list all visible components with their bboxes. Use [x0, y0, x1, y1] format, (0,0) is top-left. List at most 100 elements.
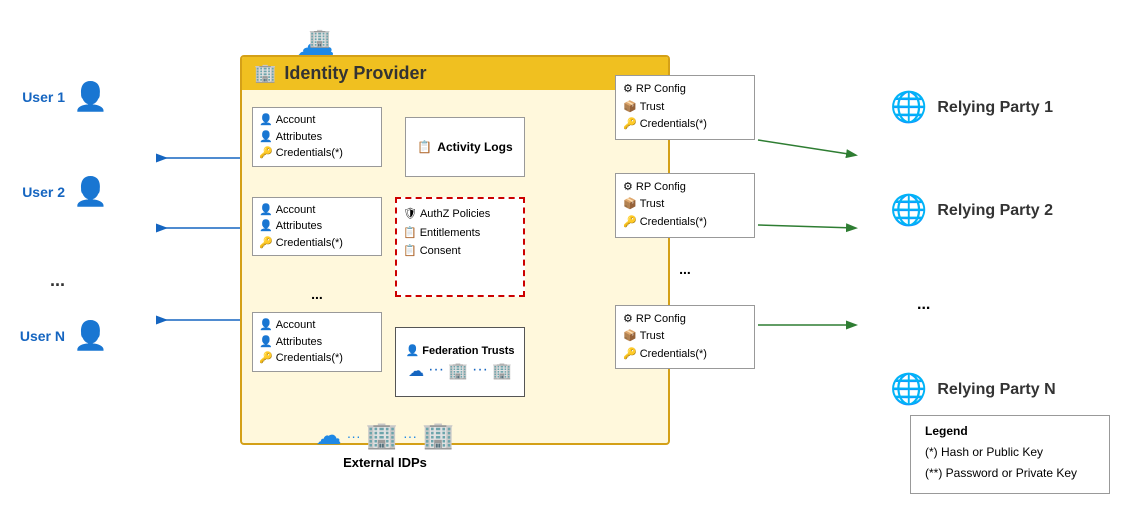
user-row-2: User 2 👤: [15, 175, 108, 208]
user-data-column: 👤Account 👤Attributes 🔑Credentials(*) 👤Ac…: [252, 107, 382, 402]
external-idps-section: ☁ ··· 🏢 ··· 🏢 External IDPs: [285, 420, 485, 470]
authz-icon: 🛡: [403, 205, 417, 224]
credentials-icon-2: 🔑: [259, 235, 273, 252]
authz-policies-box: 🛡AuthZ Policies 📋Entitlements 📋Consent: [395, 197, 525, 297]
rp-dots: ...: [917, 296, 930, 313]
ext-cloud-1: ☁: [316, 420, 342, 451]
rp-key-icon-2: 🔑: [623, 214, 637, 232]
user-2-label: User 2: [15, 184, 65, 200]
credentials-label-n: Credentials(*): [276, 350, 343, 367]
rp-config-block-1: ⚙RP Config 📦Trust 🔑Credentials(*): [615, 75, 755, 140]
user-block-1: 👤Account 👤Attributes 🔑Credentials(*): [252, 107, 382, 167]
user-1-icon: 👤: [73, 80, 108, 113]
federation-icon-person: 👤: [405, 345, 419, 357]
user-n-icon: 👤: [73, 319, 108, 352]
rp-gear-icon-n: ⚙: [623, 311, 633, 329]
account-label-1: Account: [276, 112, 316, 129]
rp-name-2: Relying Party 2: [937, 202, 1053, 220]
account-label-2: Account: [276, 202, 316, 219]
federation-icons-row: ☁ ··· 🏢 ··· 🏢: [408, 361, 512, 381]
rp-config-block-2: ⚙RP Config 📦Trust 🔑Credentials(*): [615, 173, 755, 238]
idp-header: 🏢 Identity Provider: [242, 57, 668, 90]
idp-building-icon: 🏢: [254, 63, 276, 84]
rp-config-label-n: RP Config: [636, 311, 686, 329]
rp-key-icon-n: 🔑: [623, 346, 637, 364]
rp-globe-n: 🌐: [890, 372, 927, 407]
user-row-dots: ...: [15, 270, 108, 291]
ext-dots-2: ···: [403, 428, 417, 444]
entitlements-label: Entitlements: [420, 224, 481, 243]
ext-cloud-3: 🏢: [422, 420, 454, 451]
rp-row-n: 🌐 Relying Party N: [890, 372, 1056, 407]
fed-dots: ···: [428, 361, 444, 381]
user-blocks-dots: ...: [252, 286, 382, 302]
attributes-icon-n: 👤: [259, 334, 273, 351]
activity-logs-icon: 📋: [417, 140, 432, 154]
legend-item-2: (**) Password or Private Key: [925, 463, 1095, 485]
account-icon-1: 👤: [259, 112, 273, 129]
rp-trust-label-2: Trust: [640, 196, 665, 214]
fed-cloud-icon-2: 🏢: [448, 361, 468, 381]
consent-label: Consent: [420, 242, 461, 261]
ext-cloud-2: 🏢: [366, 420, 398, 451]
attributes-icon-1: 👤: [259, 129, 273, 146]
consent-icon: 📋: [403, 242, 417, 261]
rp-config-column: ⚙RP Config 📦Trust 🔑Credentials(*) ⚙RP Co…: [615, 75, 755, 402]
legend-item-1: (*) Hash or Public Key: [925, 442, 1095, 464]
external-idp-icons: ☁ ··· 🏢 ··· 🏢: [285, 420, 485, 451]
activity-logs-box: 📋 Activity Logs: [405, 117, 525, 177]
rp-config-dots: ...: [615, 261, 755, 277]
fed-cloud-icon-3: 🏢: [492, 361, 512, 381]
rp-cred-label-2: Credentials(*): [640, 214, 707, 232]
rp-trust-label-1: Trust: [640, 99, 665, 117]
user-row-1: User 1 👤: [15, 80, 108, 113]
rp-row-1: 🌐 Relying Party 1: [890, 90, 1056, 125]
rp-pkg-icon-2: 📦: [623, 196, 637, 214]
rp-pkg-icon-n: 📦: [623, 328, 637, 346]
account-icon-2: 👤: [259, 202, 273, 219]
legend-title: Legend: [925, 424, 1095, 438]
rp-cred-label-n: Credentials(*): [640, 346, 707, 364]
federation-trusts-box: 👤 Federation Trusts ☁ ··· 🏢 ··· 🏢: [395, 327, 525, 397]
rp-globe-1: 🌐: [890, 90, 927, 125]
user-1-label: User 1: [15, 89, 65, 105]
user-2-icon: 👤: [73, 175, 108, 208]
account-icon-n: 👤: [259, 317, 273, 334]
attributes-label-1: Attributes: [276, 129, 322, 146]
rp-name-1: Relying Party 1: [937, 99, 1053, 117]
rp-trust-label-n: Trust: [640, 328, 665, 346]
rp-globe-2: 🌐: [890, 193, 927, 228]
account-label-n: Account: [276, 317, 316, 334]
rp-pkg-icon-1: 📦: [623, 99, 637, 117]
idp-box: 🏢 Identity Provider 👤Account 👤Attributes…: [240, 55, 670, 445]
user-block-2: 👤Account 👤Attributes 🔑Credentials(*): [252, 197, 382, 257]
rp-gear-icon-1: ⚙: [623, 81, 633, 99]
user-row-n: User N 👤: [15, 319, 108, 352]
credentials-icon-1: 🔑: [259, 145, 273, 162]
rp-gear-icon-2: ⚙: [623, 179, 633, 197]
user-block-n: 👤Account 👤Attributes 🔑Credentials(*): [252, 312, 382, 372]
rp-config-label-2: RP Config: [636, 179, 686, 197]
federation-label: 👤 Federation Trusts: [405, 344, 514, 357]
legend-box: Legend (*) Hash or Public Key (**) Passw…: [910, 415, 1110, 494]
rp-config-label-1: RP Config: [636, 81, 686, 99]
attributes-label-n: Attributes: [276, 334, 322, 351]
rp-name-n: Relying Party N: [937, 381, 1055, 399]
ext-dots: ···: [347, 428, 361, 444]
attributes-icon-2: 👤: [259, 218, 273, 235]
rp-config-block-n: ⚙RP Config 📦Trust 🔑Credentials(*): [615, 305, 755, 370]
fed-cloud-icon-1: ☁: [408, 361, 424, 381]
credentials-icon-n: 🔑: [259, 350, 273, 367]
external-idps-label: External IDPs: [285, 455, 485, 470]
user-n-label: User N: [15, 328, 65, 344]
activity-logs-label: Activity Logs: [437, 140, 512, 154]
authz-label: AuthZ Policies: [420, 205, 490, 224]
rp-dots-row: ...: [902, 296, 1056, 314]
credentials-label-2: Credentials(*): [276, 235, 343, 252]
rp-row-2: 🌐 Relying Party 2: [890, 193, 1056, 228]
idp-title: Identity Provider: [284, 63, 426, 84]
entitlements-icon: 📋: [403, 224, 417, 243]
users-section: User 1 👤 User 2 👤 ... User N 👤: [15, 80, 108, 414]
fed-dots-2: ···: [472, 361, 488, 381]
credentials-label-1: Credentials(*): [276, 145, 343, 162]
